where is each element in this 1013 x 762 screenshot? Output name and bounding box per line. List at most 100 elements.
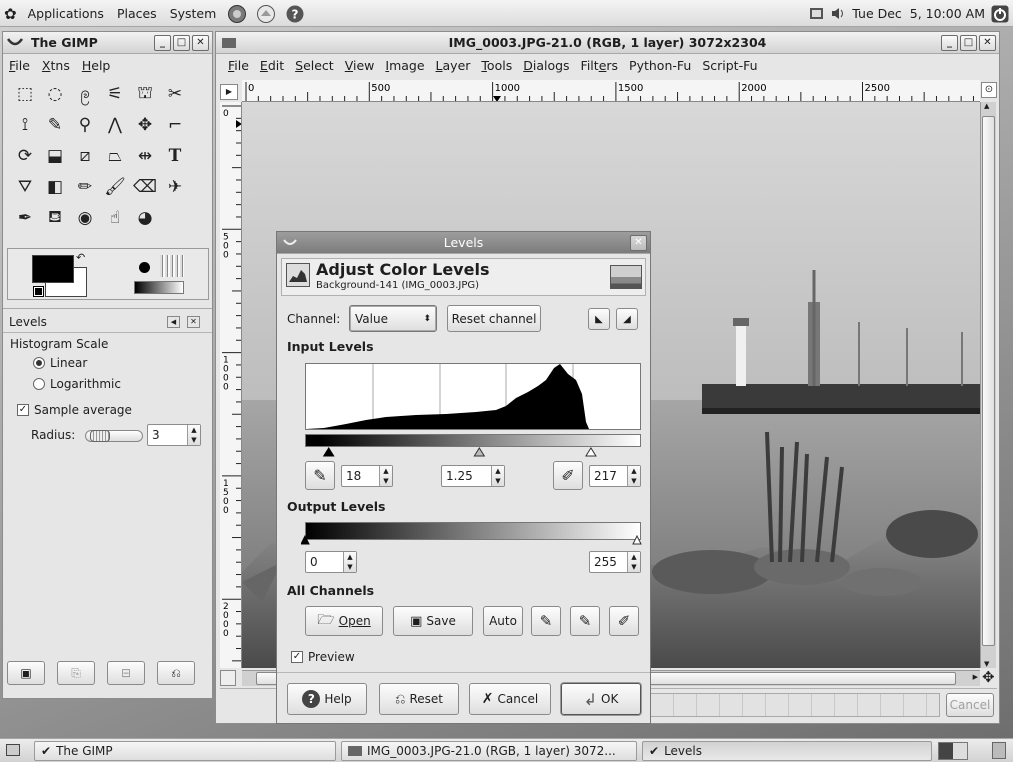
- dock-menu-arrow-icon[interactable]: ◀: [167, 316, 180, 328]
- color-picker-tool-icon[interactable]: ✎: [41, 111, 69, 139]
- menu-filters[interactable]: Filters: [581, 58, 619, 73]
- spin-arrows-icon[interactable]: ▲ ▼: [187, 425, 200, 445]
- ink-tool-icon[interactable]: ✒: [11, 204, 39, 232]
- color-select-tool-icon[interactable]: ⛫: [131, 80, 159, 108]
- brush-preview-icon[interactable]: [134, 257, 154, 277]
- gradient-preview-icon[interactable]: [134, 281, 184, 294]
- menu-dialogs[interactable]: Dialogs: [523, 58, 569, 73]
- radius-slider[interactable]: [85, 430, 143, 442]
- pick-black-point-button[interactable]: ✎: [305, 461, 335, 490]
- levels-dialog-titlebar[interactable]: Levels ✕: [277, 232, 650, 254]
- places-menu[interactable]: Places: [115, 6, 159, 21]
- radius-slider-thumb[interactable]: [89, 430, 110, 442]
- pencil-tool-icon[interactable]: ✏: [71, 173, 99, 201]
- trash-icon[interactable]: [992, 742, 1006, 759]
- log-histogram-button[interactable]: ◢: [616, 308, 638, 330]
- output-low-spinbutton[interactable]: 0 ▲ ▼: [305, 551, 357, 573]
- fuzzy-select-tool-icon[interactable]: ⚟: [101, 80, 129, 108]
- input-high-spinbutton[interactable]: 217 ▲ ▼: [589, 465, 641, 487]
- maximize-button[interactable]: □: [173, 35, 190, 51]
- airbrush-tool-icon[interactable]: ✈: [161, 173, 189, 201]
- measure-tool-icon[interactable]: ⋀: [101, 111, 129, 139]
- radius-value[interactable]: 3: [148, 425, 187, 445]
- spin-arrows-icon[interactable]: ▲ ▼: [627, 552, 640, 572]
- menu-python-fu[interactable]: Python-Fu: [629, 58, 691, 73]
- workspace-switcher[interactable]: [938, 742, 968, 760]
- shutdown-icon[interactable]: [991, 5, 1009, 23]
- paths-tool-icon[interactable]: ⟟: [11, 111, 39, 139]
- taskbar-item-levels[interactable]: ✔ Levels: [642, 741, 932, 761]
- input-low-spinbutton[interactable]: 18 ▲ ▼: [341, 465, 393, 487]
- linear-radio[interactable]: Linear: [33, 356, 87, 370]
- network-icon[interactable]: [809, 6, 824, 21]
- input-level-markers[interactable]: [293, 445, 653, 457]
- smudge-tool-icon[interactable]: ☝: [101, 204, 129, 232]
- spin-arrows-icon[interactable]: ▲ ▼: [491, 466, 504, 486]
- delete-preset-button[interactable]: ⊟: [107, 661, 145, 685]
- image-titlebar[interactable]: IMG_0003.JPG-21.0 (RGB, 1 layer) 3072x23…: [216, 32, 999, 54]
- menu-image[interactable]: Image: [385, 58, 424, 73]
- navigate-icon[interactable]: ✥: [982, 668, 995, 686]
- pattern-preview-icon[interactable]: [160, 255, 184, 277]
- close-button[interactable]: ✕: [979, 35, 996, 51]
- volume-icon[interactable]: [830, 6, 846, 21]
- blend-tool-icon[interactable]: ◧: [41, 173, 69, 201]
- zoom-fit-button[interactable]: ⊙: [981, 82, 997, 98]
- menu-xtns[interactable]: Xtns: [42, 58, 70, 73]
- gnome-foot-icon[interactable]: ✿: [4, 5, 17, 23]
- browser-launcher-icon[interactable]: [227, 4, 247, 24]
- image-menu-button[interactable]: ▶: [220, 84, 238, 100]
- toolbox-titlebar[interactable]: The GIMP _ □ ✕: [3, 32, 212, 54]
- save-button[interactable]: ▣ Save: [393, 606, 473, 636]
- eraser-tool-icon[interactable]: ⌫: [131, 173, 159, 201]
- spin-arrows-icon[interactable]: ▲ ▼: [379, 466, 392, 486]
- blur-tool-icon[interactable]: ◉: [71, 204, 99, 232]
- vertical-scroll-thumb[interactable]: [982, 116, 995, 646]
- output-high-spinbutton[interactable]: 255 ▲ ▼: [589, 551, 641, 573]
- vertical-ruler[interactable]: 0500100015002000: [220, 102, 242, 668]
- dodge-burn-tool-icon[interactable]: ◕: [131, 204, 159, 232]
- minimize-button[interactable]: _: [941, 35, 958, 51]
- output-low-value[interactable]: 0: [306, 552, 343, 572]
- ok-button[interactable]: ↲ OK: [561, 683, 641, 715]
- menu-select[interactable]: Select: [295, 58, 334, 73]
- save-preset-button[interactable]: ▣: [7, 661, 45, 685]
- paintbrush-tool-icon[interactable]: 🖌: [101, 173, 129, 201]
- vertical-scrollbar[interactable]: ▲ ▼: [980, 102, 996, 668]
- sample-average-checkbox[interactable]: ✓ Sample average: [17, 403, 132, 417]
- spin-arrows-icon[interactable]: ▲ ▼: [343, 552, 356, 572]
- menu-tools[interactable]: Tools: [481, 58, 512, 73]
- close-button[interactable]: ✕: [192, 35, 209, 51]
- channel-select[interactable]: Value ⬍: [349, 305, 437, 332]
- applications-menu[interactable]: Applications: [26, 6, 106, 21]
- horizontal-ruler[interactable]: 0 500 1000 1500 2000 2500: [242, 80, 980, 102]
- help-launcher-icon[interactable]: ?: [285, 4, 305, 24]
- clock[interactable]: Tue Dec 5, 10:00 AM: [852, 6, 985, 21]
- dock-close-icon[interactable]: ✕: [187, 316, 200, 328]
- restore-preset-button[interactable]: ⎘: [57, 661, 95, 685]
- output-level-markers[interactable]: [301, 535, 661, 545]
- move-tool-icon[interactable]: ✥: [131, 111, 159, 139]
- rect-select-tool-icon[interactable]: ⬚: [11, 80, 39, 108]
- reset-preset-button[interactable]: ⎌: [157, 661, 195, 685]
- cancel-button[interactable]: ✗ Cancel: [469, 683, 551, 715]
- taskbar-item-image[interactable]: IMG_0003.JPG-21.0 (RGB, 1 layer) 3072...: [341, 741, 637, 761]
- mail-launcher-icon[interactable]: [256, 4, 276, 24]
- pick-gray-button[interactable]: ✎: [570, 606, 600, 636]
- linear-histogram-button[interactable]: ◣: [588, 308, 610, 330]
- menu-help[interactable]: Help: [82, 58, 111, 73]
- pick-white-button[interactable]: ✐: [609, 606, 639, 636]
- foreground-color-swatch[interactable]: [32, 255, 74, 283]
- clone-tool-icon[interactable]: ⛾: [41, 204, 69, 232]
- maximize-button[interactable]: □: [960, 35, 977, 51]
- logarithmic-radio[interactable]: Logarithmic: [33, 377, 121, 391]
- swap-colors-icon[interactable]: ↶: [76, 251, 85, 264]
- minimize-button[interactable]: _: [154, 35, 171, 51]
- radius-spinbutton[interactable]: 3 ▲ ▼: [147, 424, 201, 446]
- free-select-tool-icon[interactable]: ဨ: [71, 80, 99, 108]
- input-gamma-spinbutton[interactable]: 1.25 ▲ ▼: [441, 465, 505, 487]
- menu-layer[interactable]: Layer: [436, 58, 471, 73]
- reset-channel-button[interactable]: Reset channel: [447, 305, 541, 332]
- menu-edit[interactable]: Edit: [260, 58, 284, 73]
- flip-tool-icon[interactable]: ⇹: [131, 142, 159, 170]
